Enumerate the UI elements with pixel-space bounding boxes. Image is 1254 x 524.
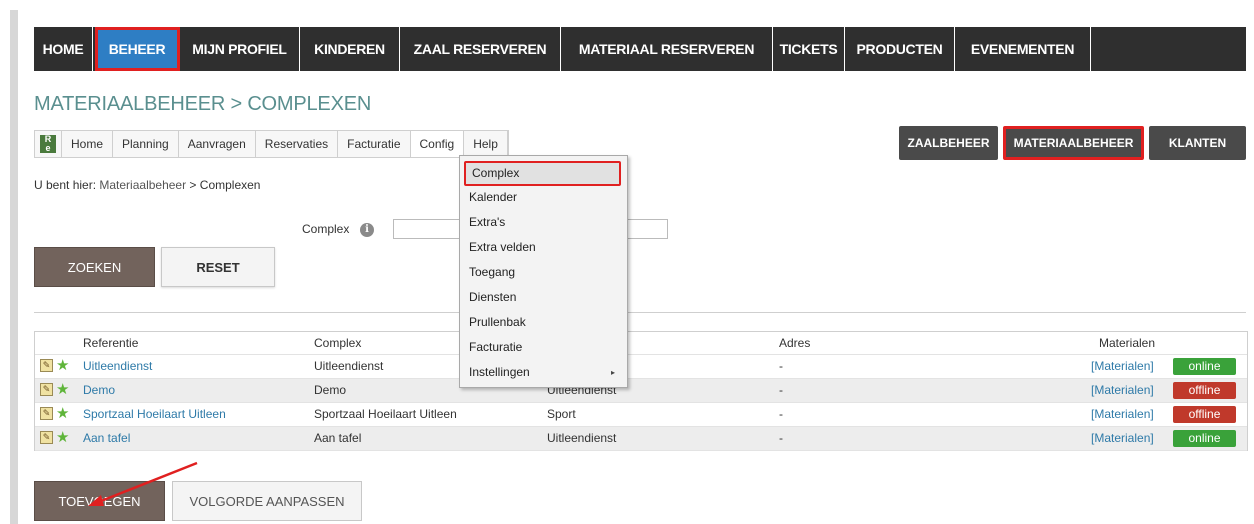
volgorde-aanpassen-button[interactable]: VOLGORDE AANPASSEN (172, 481, 362, 521)
status-badge[interactable]: online (1173, 358, 1236, 375)
status-badge[interactable]: online (1173, 430, 1236, 447)
row-adres: - (779, 407, 783, 421)
complexen-table: Referentie Complex Adres Materialen ✎ ★ … (34, 331, 1248, 451)
star-icon[interactable]: ★ (56, 402, 69, 425)
nav-tickets[interactable]: TICKETS (773, 27, 845, 71)
edit-icon[interactable]: ✎ (40, 359, 53, 372)
star-icon[interactable]: ★ (56, 354, 69, 377)
app-logo-icon[interactable]: Re (35, 131, 62, 157)
table-row: ✎ ★ Aan tafel Aan tafel Uitleendienst - … (35, 427, 1247, 451)
row-type: Sport (547, 407, 576, 421)
row-adres: - (779, 383, 783, 397)
zaalbeheer-button[interactable]: ZAALBEHEER (899, 126, 998, 160)
reset-button[interactable]: RESET (161, 247, 275, 287)
row-ref-link[interactable]: Uitleendienst (83, 355, 152, 378)
info-icon[interactable]: i (360, 223, 374, 237)
row-ref-link[interactable]: Sportzaal Hoeilaart Uitleen (83, 403, 226, 426)
breadcrumb-prefix: U bent hier: (34, 178, 100, 192)
row-ref-link[interactable]: Aan tafel (83, 427, 130, 450)
divider (34, 312, 1246, 313)
submenu-planning[interactable]: Planning (113, 131, 179, 157)
toevoegen-button[interactable]: TOEVOEGEN (34, 481, 165, 521)
submenu-config[interactable]: Config (410, 131, 465, 157)
nav-beheer[interactable]: BEHEER (95, 27, 180, 71)
submenu-arrow-icon: ▸ (610, 368, 615, 377)
menu-item-complex[interactable]: Complex (464, 161, 621, 186)
left-edge-bar (10, 10, 18, 524)
menu-item-facturatie[interactable]: Facturatie (460, 335, 627, 360)
menu-item-instellingen[interactable]: Instellingen ▸ (460, 360, 627, 385)
breadcrumb-current: Complexen (199, 178, 261, 192)
row-materialen-link[interactable]: [Materialen] (1091, 355, 1154, 378)
nav-mijn-profiel[interactable]: MIJN PROFIEL (180, 27, 300, 71)
col-complex: Complex (314, 336, 362, 350)
app-logo-mark: Re (40, 135, 56, 153)
table-row: ✎ ★ Demo Demo Uitleendienst - [Materiale… (35, 379, 1247, 403)
nav-home[interactable]: HOME (34, 27, 93, 71)
row-complex: Aan tafel (314, 431, 362, 445)
complex-search-label: Complex (302, 222, 350, 236)
config-dropdown-menu: Complex Kalender Extra's Extra velden To… (459, 155, 628, 388)
table-row: ✎ ★ Sportzaal Hoeilaart Uitleen Sportzaa… (35, 403, 1247, 427)
nav-materiaal-reserveren[interactable]: MATERIAAL RESERVEREN (561, 27, 773, 71)
row-complex: Uitleendienst (314, 359, 384, 373)
row-materialen-link[interactable]: [Materialen] (1091, 403, 1154, 426)
nav-zaal-reserveren[interactable]: ZAAL RESERVEREN (400, 27, 561, 71)
klanten-button[interactable]: KLANTEN (1149, 126, 1246, 160)
row-complex: Sportzaal Hoeilaart Uitleen (314, 407, 457, 421)
status-badge[interactable]: offline (1173, 382, 1236, 399)
col-referentie: Referentie (83, 336, 139, 350)
menu-item-extras[interactable]: Extra's (460, 210, 627, 235)
submenu-aanvragen[interactable]: Aanvragen (179, 131, 256, 157)
nav-evenementen[interactable]: EVENEMENTEN (955, 27, 1091, 71)
page-title: MATERIAALBEHEER > COMPLEXEN (34, 93, 372, 115)
col-adres: Adres (779, 336, 811, 350)
breadcrumb-link-materiaalbeheer[interactable]: Materiaalbeheer (99, 178, 186, 192)
table-row: ✎ ★ Uitleendienst Uitleendienst - [Mater… (35, 355, 1247, 379)
nav-producten[interactable]: PRODUCTEN (845, 27, 955, 71)
edit-icon[interactable]: ✎ (40, 383, 53, 396)
breadcrumb-separator: > (186, 178, 200, 192)
sub-menu-bar: Re Home Planning Aanvragen Reservaties F… (34, 130, 509, 158)
menu-item-prullenbak[interactable]: Prullenbak (460, 310, 627, 335)
star-icon[interactable]: ★ (56, 378, 69, 401)
menu-item-kalender[interactable]: Kalender (460, 185, 627, 210)
row-adres: - (779, 359, 783, 373)
edit-icon[interactable]: ✎ (40, 431, 53, 444)
materiaalbeheer-button[interactable]: MATERIAALBEHEER (1003, 126, 1144, 160)
edit-icon[interactable]: ✎ (40, 407, 53, 420)
row-type: Uitleendienst (547, 431, 617, 445)
zoeken-button[interactable]: ZOEKEN (34, 247, 155, 287)
menu-item-extra-velden[interactable]: Extra velden (460, 235, 627, 260)
row-complex: Demo (314, 383, 347, 397)
menu-item-instellingen-label: Instellingen (469, 365, 530, 379)
submenu-reservaties[interactable]: Reservaties (256, 131, 339, 157)
col-materialen: Materialen (1099, 336, 1156, 350)
menu-item-toegang[interactable]: Toegang (460, 260, 627, 285)
submenu-facturatie[interactable]: Facturatie (338, 131, 411, 157)
menu-item-diensten[interactable]: Diensten (460, 285, 627, 310)
star-icon[interactable]: ★ (56, 426, 69, 449)
row-ref-link[interactable]: Demo (83, 379, 115, 402)
breadcrumb: U bent hier: Materiaalbeheer > Complexen (34, 178, 260, 192)
status-badge[interactable]: offline (1173, 406, 1236, 423)
row-materialen-link[interactable]: [Materialen] (1091, 379, 1154, 402)
nav-kinderen[interactable]: KINDEREN (300, 27, 400, 71)
table-header-row: Referentie Complex Adres Materialen (35, 332, 1247, 355)
row-adres: - (779, 431, 783, 445)
submenu-home[interactable]: Home (62, 131, 114, 157)
top-navigation: HOME BEHEER MIJN PROFIEL KINDEREN ZAAL R… (34, 27, 1246, 71)
row-materialen-link[interactable]: [Materialen] (1091, 427, 1154, 450)
submenu-help[interactable]: Help (464, 131, 508, 157)
